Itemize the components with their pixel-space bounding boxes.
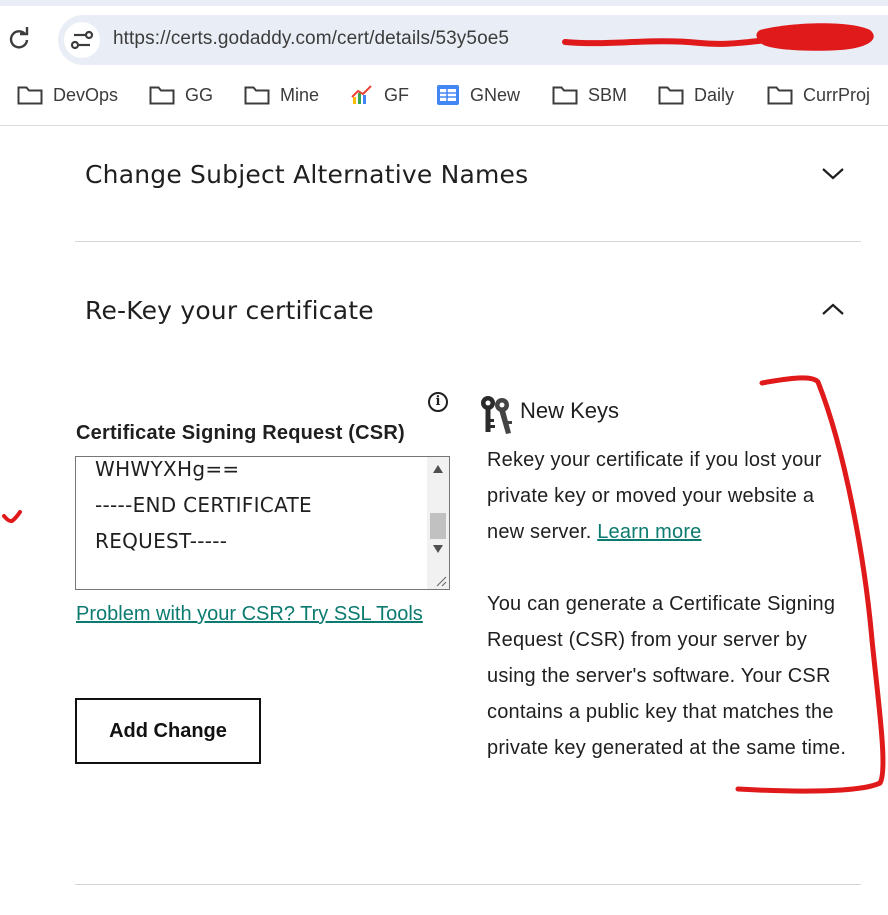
chevron-up-icon[interactable] — [820, 300, 846, 318]
bookmarks-bar: DevOps GG Mine GF GNew SBM Daily CurrPro… — [0, 75, 888, 115]
bookmark-label: CurrProj — [803, 84, 871, 105]
add-change-button[interactable]: Add Change — [75, 698, 261, 764]
scroll-up-arrow-icon[interactable] — [433, 465, 443, 473]
scroll-thumb[interactable] — [430, 513, 446, 539]
info-icon[interactable]: i — [428, 392, 448, 412]
rekey-section-title[interactable]: Re-Key your certificate — [85, 296, 374, 325]
address-bar[interactable]: https://certs.godaddy.com/cert/details/5… — [58, 15, 888, 65]
bookmark-sbm[interactable]: SBM — [552, 83, 627, 107]
ssl-tools-link[interactable]: Problem with your CSR? Try SSL Tools — [76, 596, 436, 632]
bookmark-currproj[interactable]: CurrProj — [767, 83, 870, 107]
csr-label: Certificate Signing Request (CSR) — [76, 422, 405, 444]
resize-handle-icon[interactable] — [435, 575, 447, 587]
chevron-down-icon[interactable] — [820, 165, 846, 183]
csr-value[interactable]: WHWYXHg== -----END CERTIFICATE REQUEST--… — [95, 457, 415, 559]
tab-strip — [0, 0, 888, 6]
section-divider — [75, 241, 861, 242]
folder-icon — [552, 86, 578, 105]
new-keys-description: Rekey your certificate if you lost your … — [487, 442, 852, 766]
toolbar-divider — [0, 125, 888, 126]
folder-icon — [244, 86, 270, 105]
red-check-mark — [2, 510, 22, 524]
keys-icon — [478, 395, 514, 435]
reload-icon[interactable] — [6, 26, 32, 52]
rekey-paragraph: Rekey your certificate if you lost your … — [487, 442, 852, 550]
folder-icon — [149, 86, 175, 105]
bookmark-label: DevOps — [53, 84, 119, 105]
bookmark-devops[interactable]: DevOps — [17, 83, 118, 107]
bookmark-label: GNew — [470, 84, 521, 105]
browser-chrome: https://certs.godaddy.com/cert/details/5… — [0, 0, 888, 126]
csr-paragraph: You can generate a Certificate Signing R… — [487, 593, 847, 759]
url-text[interactable]: https://certs.godaddy.com/cert/details/5… — [113, 28, 509, 50]
section-divider — [75, 884, 861, 885]
san-section-title[interactable]: Change Subject Alternative Names — [85, 160, 528, 189]
bookmark-label: GF — [384, 84, 409, 105]
csr-textarea[interactable]: WHWYXHg== -----END CERTIFICATE REQUEST--… — [75, 456, 450, 590]
folder-icon — [17, 86, 43, 105]
bookmark-gg[interactable]: GG — [149, 83, 213, 107]
folder-icon — [767, 86, 793, 105]
bookmark-label: SBM — [588, 84, 628, 105]
bookmark-gnew[interactable]: GNew — [436, 83, 520, 107]
bookmark-mine[interactable]: Mine — [244, 83, 319, 107]
scroll-down-arrow-icon[interactable] — [433, 545, 443, 553]
chart-favicon-icon — [351, 85, 372, 104]
bookmark-daily[interactable]: Daily — [658, 83, 734, 107]
google-sheets-icon — [437, 85, 459, 105]
site-info-icon[interactable] — [64, 22, 100, 58]
bookmark-label: Daily — [694, 84, 735, 105]
csr-scrollbar[interactable] — [427, 457, 449, 589]
bookmark-label: GG — [185, 84, 214, 105]
bookmark-label: Mine — [280, 84, 320, 105]
bookmark-gf[interactable]: GF — [350, 83, 409, 107]
new-keys-title: New Keys — [520, 398, 620, 423]
folder-icon — [658, 86, 684, 105]
learn-more-link[interactable]: Learn more — [597, 521, 701, 543]
